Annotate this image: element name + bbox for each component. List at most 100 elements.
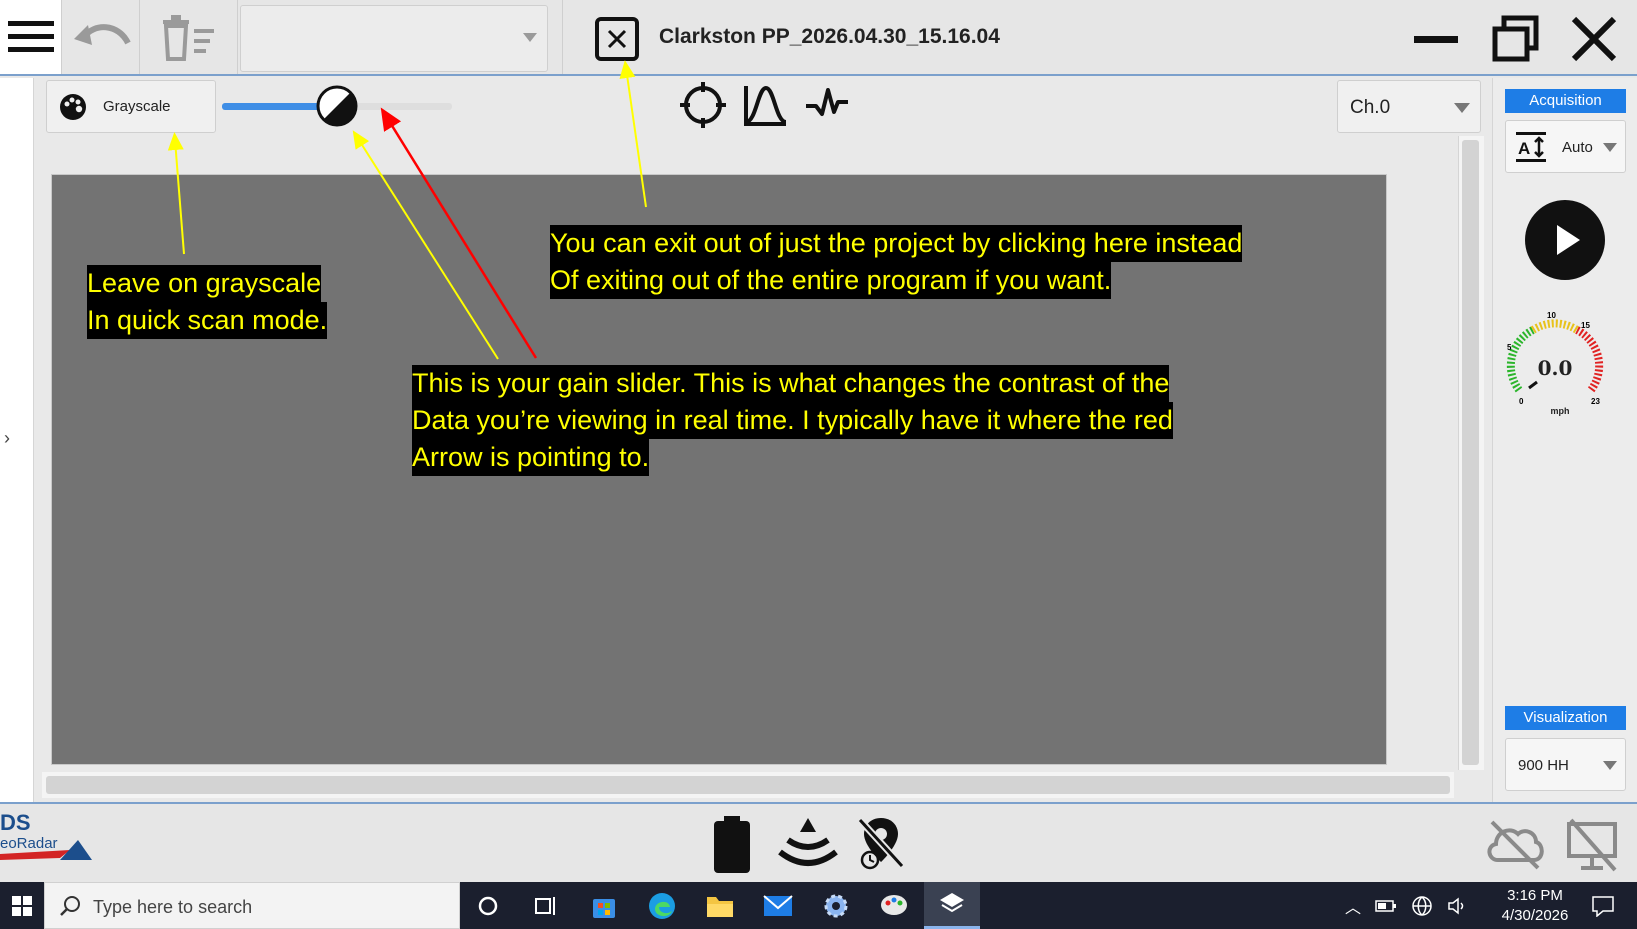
gear-icon <box>824 894 848 917</box>
vertical-scrollbar-thumb[interactable] <box>1462 140 1479 765</box>
minimize-button[interactable] <box>1410 14 1462 64</box>
horizontal-scrollbar-thumb[interactable] <box>46 776 1450 794</box>
wave-peak-icon <box>744 85 787 126</box>
pulse-icon <box>806 88 848 116</box>
paint-icon <box>881 894 907 915</box>
delete-button[interactable] <box>140 0 238 74</box>
gain-mode-dropdown[interactable]: A Auto <box>1505 120 1626 173</box>
gain-slider-handle[interactable] <box>316 85 358 127</box>
taskbar-search-input[interactable]: Type here to search <box>44 882 460 929</box>
project-title: Clarkston PP_2026.04.30_15.16.04 <box>659 25 1000 48</box>
system-tray: ︿ <box>1345 882 1469 929</box>
grayscale-note-line-2: In quick scan mode. <box>87 302 328 339</box>
edge-icon <box>649 892 675 919</box>
battery-icon <box>714 816 750 873</box>
chevron-down-icon <box>1454 103 1470 113</box>
peak-button[interactable] <box>742 82 788 132</box>
file-explorer-app[interactable] <box>692 882 748 929</box>
mail-app[interactable] <box>750 882 806 929</box>
battery-tray-icon[interactable] <box>1375 899 1397 913</box>
menu-button[interactable] <box>0 0 62 74</box>
color-map-button[interactable]: Grayscale <box>46 80 216 133</box>
grayscale-note-line-1: Leave on grayscale <box>87 265 322 302</box>
antenna-dropdown[interactable]: 900 HH <box>1505 738 1626 791</box>
chevron-down-icon <box>1603 761 1617 770</box>
palette-icon <box>60 93 86 120</box>
right-side-panel <box>1492 78 1637 802</box>
gain-note-line-1: This is your gain slider. This is what c… <box>412 365 1170 402</box>
expand-panel-icon[interactable]: › <box>4 428 10 449</box>
close-project-button[interactable] <box>594 16 640 62</box>
show-hidden-icons-icon[interactable]: ︿ <box>1345 894 1361 918</box>
exit-note-line-1: You can exit out of just the project by … <box>550 225 1243 262</box>
search-icon <box>60 896 80 916</box>
store-app[interactable] <box>576 882 632 929</box>
gps-signal-icon <box>778 818 838 866</box>
chevron-down-icon <box>1603 143 1617 152</box>
top-toolbar: Clarkston PP_2026.04.30_15.16.04 <box>0 0 1637 76</box>
gain-mode-value: Auto <box>1562 139 1593 156</box>
minimize-icon <box>1414 36 1458 43</box>
clock-date: 4/30/2026 <box>1501 907 1569 924</box>
gauge-tick-3: 15 <box>1581 321 1590 330</box>
channel-dropdown[interactable]: Ch.0 <box>1337 80 1481 133</box>
radar-app[interactable] <box>924 882 980 929</box>
contrast-icon <box>316 85 358 127</box>
svg-text:A: A <box>1518 139 1530 158</box>
restore-button[interactable] <box>1490 14 1542 64</box>
store-icon <box>593 898 615 918</box>
gauge-tick-2: 10 <box>1547 311 1556 320</box>
exit-note-line-2: Of exiting out of the entire program if … <box>550 262 1112 299</box>
view-tools <box>680 82 850 132</box>
toolbar-divider <box>562 0 563 74</box>
close-square-icon <box>595 17 639 61</box>
app-window: Clarkston PP_2026.04.30_15.16.04 › Grays… <box>0 0 1637 929</box>
gain-note-line-3: Arrow is pointing to. <box>412 439 650 476</box>
restore-icon <box>1492 15 1539 62</box>
notification-button[interactable] <box>1578 882 1628 929</box>
acquisition-header: Acquisition <box>1505 89 1626 113</box>
hamburger-menu-icon <box>7 21 54 52</box>
channel-value: Ch.0 <box>1350 97 1391 118</box>
close-icon <box>1571 16 1617 62</box>
start-button[interactable] <box>0 882 44 929</box>
notification-icon <box>1592 895 1614 917</box>
cortana-button[interactable] <box>460 882 516 929</box>
antenna-value: 900 HH <box>1518 757 1569 774</box>
signal-button[interactable] <box>804 82 850 132</box>
gauge-tick-0: 0 <box>1519 397 1524 406</box>
cortana-icon <box>478 896 498 915</box>
close-button[interactable] <box>1568 14 1620 64</box>
crosshair-icon <box>680 82 726 128</box>
paint-app[interactable] <box>866 882 922 929</box>
undo-button[interactable] <box>62 0 140 74</box>
task-view-button[interactable] <box>518 882 574 929</box>
cloud-off-icon <box>1487 820 1544 870</box>
radar-app-icon <box>940 893 964 913</box>
crosshair-button[interactable] <box>680 82 726 132</box>
volume-icon[interactable] <box>1447 896 1469 916</box>
folder-icon <box>707 896 733 917</box>
top-dropdown[interactable] <box>240 5 548 72</box>
speed-readout: 0.0 <box>1537 356 1573 380</box>
mail-icon <box>763 894 793 916</box>
edge-browser-app[interactable] <box>634 882 690 929</box>
chevron-down-icon <box>523 33 537 42</box>
settings-app[interactable] <box>808 882 864 929</box>
speed-unit: mph <box>1550 406 1570 416</box>
network-globe-icon[interactable] <box>1411 895 1433 917</box>
monitor-off-icon <box>1567 818 1617 872</box>
play-icon <box>1525 200 1605 280</box>
play-button[interactable] <box>1524 199 1606 281</box>
gauge-tick-4: 23 <box>1591 397 1600 406</box>
taskbar-clock[interactable]: 3:16 PM 4/30/2026 <box>1494 886 1576 926</box>
gauge-tick-1: 5 <box>1507 343 1512 352</box>
search-placeholder: Type here to search <box>93 897 253 917</box>
task-view-icon <box>535 896 555 915</box>
color-map-label: Grayscale <box>103 98 171 115</box>
auto-gain-icon: A <box>1516 132 1546 162</box>
visualization-header: Visualization <box>1505 706 1626 730</box>
company-logo-subtext: eoRadar <box>0 835 58 852</box>
gain-note-line-2: Data you’re viewing in real time. I typi… <box>412 402 1173 439</box>
company-logo-text: DS <box>0 810 31 835</box>
